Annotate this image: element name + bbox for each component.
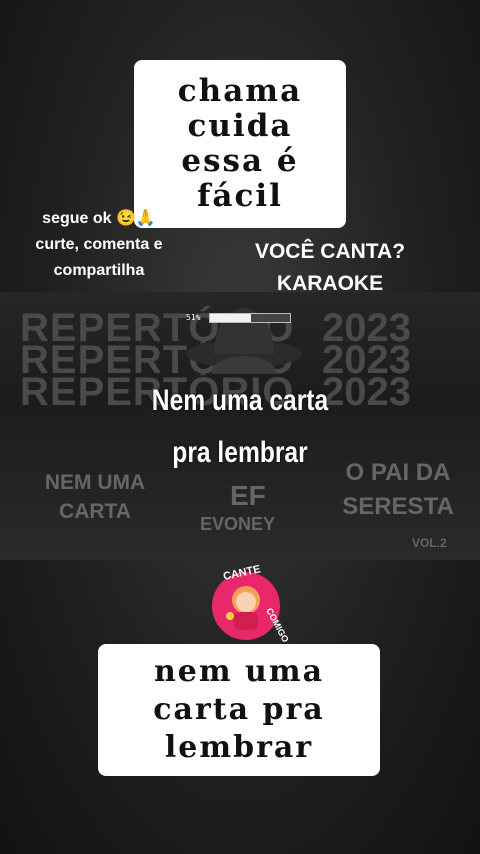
follow-note-line-3: compartilha — [53, 262, 145, 279]
bottom-caption-line-1: nem uma — [153, 654, 325, 689]
karaoke-note: VOCÊ CANTA? KARAOKE — [230, 236, 430, 300]
progress-bar-fill — [210, 314, 251, 322]
follow-note-line-2: curte, comenta e — [35, 236, 163, 253]
karaoke-video[interactable]: REPERTÓRIO 2023 REPERTÓRIO 2023 REPERTÓR… — [0, 292, 480, 560]
lyric-line-1: Nem uma carta — [151, 384, 329, 417]
bottom-caption-text: nem uma carta pra lembrar — [153, 653, 324, 767]
album-title-right: O PAI DA SERESTA — [342, 459, 454, 520]
bottom-caption-card: nem uma carta pra lembrar — [98, 644, 380, 776]
bottom-caption-line-2: carta pra — [153, 692, 325, 727]
album-volume: VOL.2 — [412, 536, 447, 550]
top-caption-line-4: fácil — [197, 178, 283, 214]
top-caption-line-2: cuida — [187, 108, 293, 144]
progress-bar — [209, 313, 291, 323]
bottom-caption-line-3: lembrar — [164, 730, 314, 765]
album-title-left: NEM UMA CARTA — [44, 471, 146, 523]
top-caption-line-3: essa é — [181, 143, 299, 179]
top-caption-card: chama cuida essa é fácil — [134, 60, 346, 228]
ef-logo: EF — [230, 480, 266, 511]
progress-percent: 51% — [186, 313, 201, 322]
singer-hat-image — [186, 308, 302, 374]
follow-note: segue ok 😉🙏 curte, comenta e compartilha — [14, 206, 184, 284]
follow-note-line-1: segue ok 😉🙏 — [42, 210, 156, 227]
artist-name: EVONEY — [200, 514, 276, 534]
cante-comigo-badge: CANTE COMIGO — [212, 563, 291, 644]
top-caption-text: chama cuida essa é fácil — [178, 74, 302, 214]
karaoke-question: VOCÊ CANTA? — [254, 240, 406, 263]
top-caption-line-1: chama — [177, 73, 303, 109]
wink-pray-emoji-icon: 😉🙏 — [115, 210, 156, 227]
